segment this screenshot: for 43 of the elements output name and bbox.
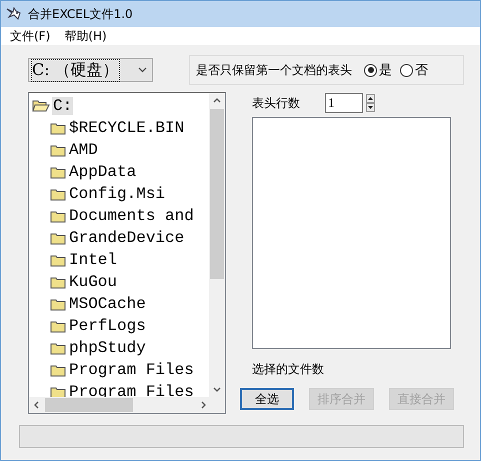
tree-item[interactable]: GrandeDevice bbox=[68, 229, 186, 247]
header-rows-field[interactable]: 1 bbox=[325, 93, 363, 113]
tree-item[interactable]: Intel bbox=[68, 251, 118, 269]
file-count-label: 选择的文件数 bbox=[252, 361, 325, 378]
folder-icon bbox=[50, 188, 66, 200]
folder-icon bbox=[50, 254, 66, 266]
folder-icon bbox=[50, 364, 66, 376]
tree-item[interactable]: Program Files bbox=[68, 361, 195, 379]
tree-item[interactable]: Config.Msi bbox=[68, 185, 166, 203]
tree-item[interactable]: PerfLogs bbox=[68, 317, 147, 335]
option-label: 是否只保留第一个文档的表头 bbox=[196, 62, 352, 78]
drive-dropdown[interactable]: C: （硬盘） bbox=[28, 58, 153, 82]
tree-item[interactable]: AppData bbox=[68, 163, 138, 181]
folder-icon bbox=[50, 276, 66, 288]
tree-item[interactable]: phpStudy bbox=[68, 339, 147, 357]
menu-item[interactable]: 文件(F) bbox=[10, 28, 50, 45]
radio-button[interactable]: 是 bbox=[364, 61, 392, 79]
spinner-arrows-icon[interactable] bbox=[366, 94, 375, 112]
folder-icon bbox=[50, 232, 66, 244]
folder-icon bbox=[50, 298, 66, 310]
tree-item[interactable]: KuGou bbox=[68, 273, 118, 291]
folder-icon bbox=[50, 210, 66, 222]
tree-item[interactable]: AMD bbox=[68, 141, 99, 159]
radio-button[interactable]: 否 bbox=[400, 61, 428, 79]
horizontal-scrollbar[interactable] bbox=[29, 397, 225, 413]
vertical-scrollbar[interactable] bbox=[209, 93, 225, 397]
folder-icon bbox=[50, 122, 66, 134]
tree-item[interactable]: Documents and bbox=[68, 207, 195, 225]
window-title: 合并EXCEL文件1.0 bbox=[28, 6, 133, 23]
tree-item[interactable]: C: bbox=[52, 97, 74, 115]
tree-item[interactable]: MSOCache bbox=[68, 295, 147, 313]
scroll-left-icon[interactable] bbox=[33, 400, 41, 410]
folder-icon bbox=[50, 342, 66, 354]
menu-item[interactable]: 帮助(H) bbox=[64, 28, 107, 45]
action-button[interactable]: 全选 bbox=[240, 388, 294, 410]
tree-item[interactable]: $RECYCLE.BIN bbox=[68, 119, 186, 137]
tree-item[interactable]: Program Files bbox=[68, 383, 195, 401]
folder-icon bbox=[50, 144, 66, 156]
scroll-right-icon[interactable] bbox=[199, 400, 207, 410]
caret-icon bbox=[138, 67, 147, 73]
folder-icon bbox=[50, 320, 66, 332]
header-rows-label: 表头行数 bbox=[252, 94, 301, 112]
folder-icon bbox=[50, 166, 66, 178]
